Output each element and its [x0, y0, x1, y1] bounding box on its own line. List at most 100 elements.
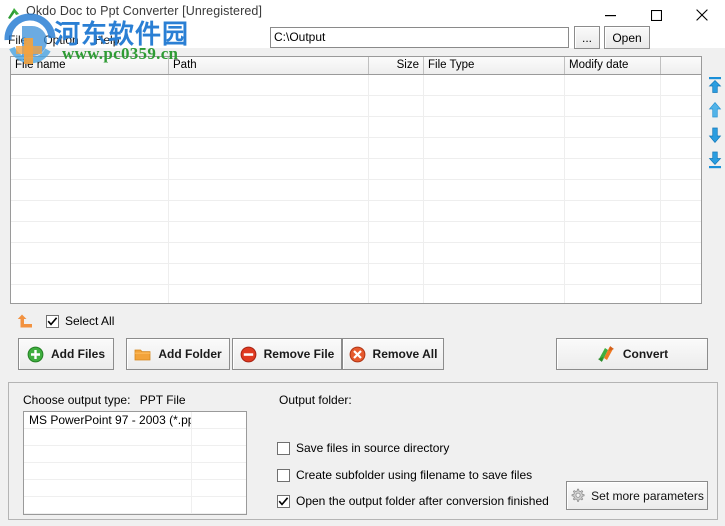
close-button[interactable] [679, 0, 725, 30]
column-header-extra[interactable] [661, 57, 701, 74]
output-type-label-text: Choose output type: [23, 393, 131, 407]
move-to-bottom-icon[interactable] [706, 147, 724, 172]
remove-all-button[interactable]: Remove All [342, 338, 444, 370]
table-cell [565, 243, 661, 263]
table-row[interactable] [11, 264, 701, 285]
file-list[interactable]: File name Path Size File Type Modify dat… [10, 56, 702, 304]
output-type-option-extra [192, 497, 246, 513]
table-cell [369, 285, 424, 303]
minus-circle-icon [240, 346, 257, 363]
column-header-path[interactable]: Path [169, 57, 369, 74]
table-cell [565, 96, 661, 116]
table-cell [369, 243, 424, 263]
table-cell [661, 243, 701, 263]
table-row[interactable] [11, 222, 701, 243]
up-level-arrow-icon[interactable] [16, 313, 34, 329]
menu-option[interactable]: Option [41, 33, 86, 47]
select-all-label: Select All [65, 314, 115, 328]
output-type-label: Choose output type: PPT File [23, 393, 186, 407]
reorder-buttons [706, 72, 724, 172]
table-cell [11, 201, 169, 221]
table-cell [565, 222, 661, 242]
table-cell [565, 138, 661, 158]
table-cell [565, 180, 661, 200]
create-subfolder-box[interactable] [277, 468, 290, 482]
select-all-checkbox[interactable]: Select All [46, 314, 114, 328]
output-type-empty-row [24, 446, 246, 463]
output-type-option[interactable]: MS PowerPoint 97 - 2003 (*.ppt) [24, 412, 246, 429]
browse-folder-button[interactable]: ... [574, 26, 600, 49]
move-up-icon[interactable] [706, 97, 724, 122]
output-type-empty-row [24, 429, 246, 446]
table-cell [11, 285, 169, 303]
column-header-size[interactable]: Size [369, 57, 424, 74]
table-cell [169, 243, 369, 263]
table-row[interactable] [11, 96, 701, 117]
table-row[interactable] [11, 180, 701, 201]
convert-label: Convert [622, 347, 669, 361]
open-output-folder-box[interactable] [277, 494, 290, 508]
output-folder-input[interactable]: C:\Output [270, 27, 569, 48]
save-in-source-directory-box[interactable] [277, 441, 290, 455]
select-all-checkbox-box[interactable] [46, 314, 59, 328]
remove-file-button[interactable]: Remove File [232, 338, 342, 370]
menu-file[interactable]: File [6, 33, 35, 47]
create-subfolder-label: Create subfolder using filename to save … [296, 468, 533, 482]
column-header-modify-date[interactable]: Modify date [565, 57, 661, 74]
save-in-source-directory-label: Save files in source directory [296, 441, 450, 455]
column-header-file-name[interactable]: File name [11, 57, 169, 74]
table-row[interactable] [11, 201, 701, 222]
table-cell [565, 117, 661, 137]
table-row[interactable] [11, 138, 701, 159]
table-cell [424, 243, 565, 263]
table-cell [169, 264, 369, 284]
convert-arrows-icon [596, 344, 616, 364]
save-in-source-directory-checkbox[interactable]: Save files in source directory [277, 441, 449, 455]
app-icon [6, 5, 22, 21]
set-more-parameters-button[interactable]: Set more parameters [566, 481, 708, 510]
table-row[interactable] [11, 243, 701, 264]
output-type-option-extra [192, 446, 246, 462]
open-output-folder-label: Open the output folder after conversion … [296, 494, 549, 508]
table-cell [11, 180, 169, 200]
move-down-icon[interactable] [706, 122, 724, 147]
table-cell [169, 159, 369, 179]
table-cell [11, 264, 169, 284]
table-cell [11, 222, 169, 242]
table-cell [661, 96, 701, 116]
menu-help[interactable]: Help [93, 33, 128, 47]
move-to-top-icon[interactable] [706, 72, 724, 97]
table-cell [369, 96, 424, 116]
table-cell [565, 159, 661, 179]
table-cell [11, 243, 169, 263]
table-cell [169, 222, 369, 242]
remove-all-label: Remove All [372, 347, 438, 361]
output-type-option-extra [192, 480, 246, 496]
table-cell [661, 159, 701, 179]
table-cell [424, 201, 565, 221]
add-files-button[interactable]: Add Files [18, 338, 114, 370]
table-cell [369, 159, 424, 179]
table-row[interactable] [11, 159, 701, 180]
table-row[interactable] [11, 117, 701, 138]
create-subfolder-checkbox[interactable]: Create subfolder using filename to save … [277, 468, 532, 482]
convert-button[interactable]: Convert [556, 338, 708, 370]
output-type-list[interactable]: MS PowerPoint 97 - 2003 (*.ppt) [23, 411, 247, 515]
open-output-folder-checkbox[interactable]: Open the output folder after conversion … [277, 494, 549, 508]
table-row[interactable] [11, 285, 701, 303]
table-row[interactable] [11, 75, 701, 96]
table-cell [565, 285, 661, 303]
output-type-empty-row [24, 463, 246, 480]
table-cell [424, 75, 565, 95]
file-list-header: File name Path Size File Type Modify dat… [11, 57, 701, 75]
add-folder-button[interactable]: Add Folder [126, 338, 230, 370]
file-list-body[interactable] [11, 75, 701, 303]
output-type-value: PPT File [139, 393, 186, 407]
open-folder-button[interactable]: Open [604, 26, 650, 49]
table-cell [661, 264, 701, 284]
output-type-option-label [24, 429, 192, 445]
table-cell [424, 159, 565, 179]
column-header-file-type[interactable]: File Type [424, 57, 565, 74]
output-type-option-extra [192, 429, 246, 445]
table-cell [661, 180, 701, 200]
